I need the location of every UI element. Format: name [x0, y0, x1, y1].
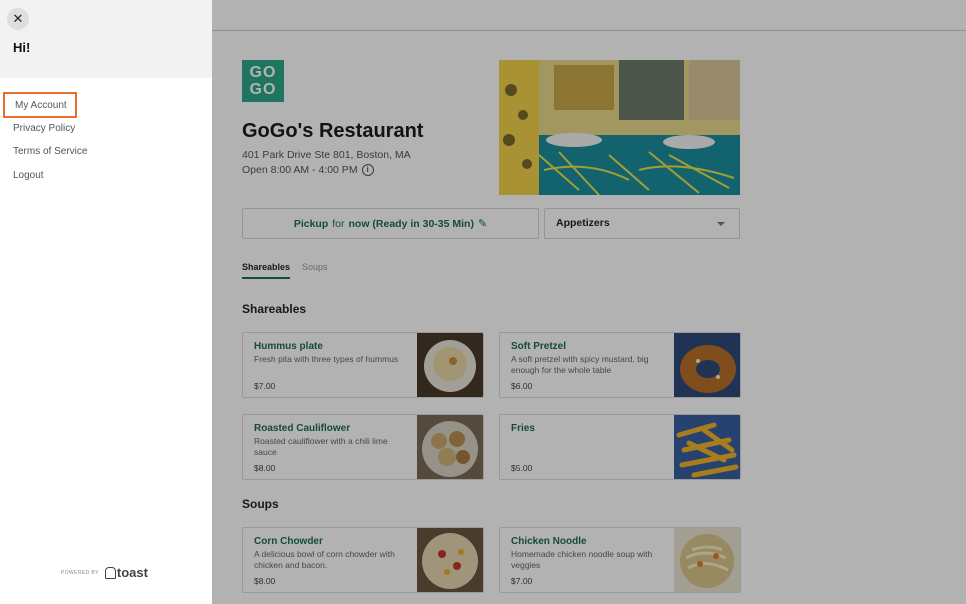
account-drawer: ✕ Hi! My Account Privacy Policy Terms of…: [0, 0, 212, 604]
toast-logo: toast: [104, 565, 148, 580]
nav-privacy-policy[interactable]: Privacy Policy: [13, 123, 75, 134]
powered-by-toast: POWERED BY toast: [61, 565, 148, 580]
powered-by-label: POWERED BY: [61, 569, 99, 576]
nav-my-account[interactable]: My Account: [3, 92, 77, 118]
drawer-header: ✕ Hi!: [0, 0, 212, 78]
toast-wordmark: toast: [116, 565, 148, 580]
greeting: Hi!: [13, 40, 31, 55]
toast-icon: [104, 566, 116, 579]
close-icon[interactable]: ✕: [7, 8, 29, 30]
nav-logout[interactable]: Logout: [13, 170, 44, 181]
nav-terms-of-service[interactable]: Terms of Service: [13, 146, 87, 157]
